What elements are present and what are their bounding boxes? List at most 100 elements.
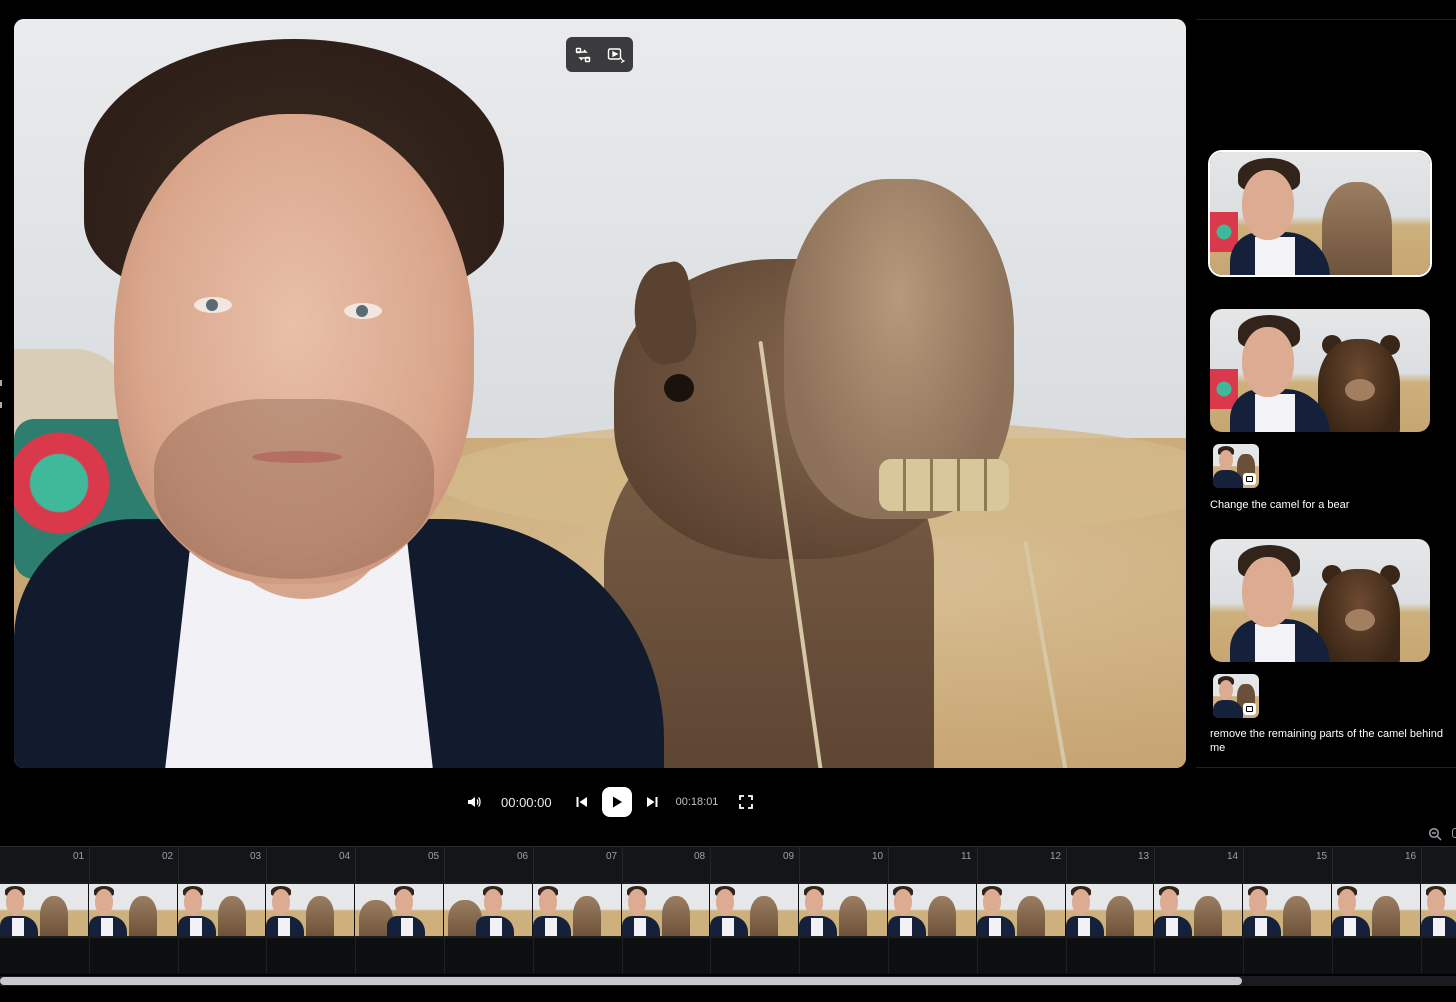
timeline-frame (976, 884, 1066, 936)
ruler-tick (178, 847, 179, 883)
play-icon (612, 796, 622, 808)
ruler-tick (710, 847, 711, 883)
history-prompt: remove the remaining parts of the camel … (1210, 728, 1443, 754)
timeline-frame (1331, 884, 1421, 936)
ruler-label: 01 (73, 851, 85, 862)
timeline-scroll-thumb[interactable] (0, 977, 1242, 985)
edge-handle (0, 380, 2, 386)
track-tick (977, 938, 978, 974)
person-eye (194, 297, 232, 313)
camel-eye (664, 374, 694, 402)
preview-toolbar (566, 37, 633, 72)
track-tick (89, 938, 90, 974)
ruler-label: 13 (1138, 851, 1150, 862)
video-badge-icon (1243, 703, 1256, 715)
timeline-frame (1154, 884, 1244, 936)
timeline-frame (1065, 884, 1155, 936)
ruler-tick (1243, 847, 1244, 883)
track-tick (533, 938, 534, 974)
timeline-frame (266, 884, 356, 936)
ruler-tick (89, 847, 90, 883)
source-clip-thumbnail[interactable] (1213, 674, 1259, 718)
video-preview[interactable] (14, 19, 1186, 768)
ruler-label: 04 (339, 851, 351, 862)
track-tick (1066, 938, 1067, 974)
ruler-tick (799, 847, 800, 883)
history-thumbnail-bear-cleaned[interactable] (1210, 539, 1430, 662)
source-clip-thumbnail[interactable] (1213, 444, 1259, 488)
track-tick (266, 938, 267, 974)
ruler-tick (266, 847, 267, 883)
timeline-frame (1243, 884, 1332, 936)
track-tick (622, 938, 623, 974)
timeline-frame (443, 884, 533, 936)
timeline-clip-strip[interactable] (0, 882, 1456, 938)
ruler-tick (888, 847, 889, 883)
ruler-label: 14 (1227, 851, 1239, 862)
ruler-label: 07 (606, 851, 618, 862)
track-tick (178, 938, 179, 974)
ruler-label: 03 (250, 851, 262, 862)
ruler-label: 08 (694, 851, 706, 862)
person-mouth (252, 451, 342, 463)
timeline-frame (621, 884, 711, 936)
ruler-label: 02 (162, 851, 174, 862)
ruler-tick (1154, 847, 1155, 883)
timeline-frame (1420, 884, 1456, 936)
ruler-tick (444, 847, 445, 883)
track-tick (1243, 938, 1244, 974)
zoom-out-button[interactable] (1424, 824, 1446, 844)
history-thumbnail-bear[interactable] (1210, 309, 1430, 432)
timeline-frame (532, 884, 622, 936)
person-eye (344, 303, 382, 319)
ruler-label: 11 (961, 851, 972, 862)
volume-icon[interactable] (462, 790, 486, 814)
history-thumbnail-original[interactable] (1208, 150, 1432, 277)
ruler-tick (977, 847, 978, 883)
timeline-frame (710, 884, 800, 936)
camel-teeth (879, 459, 1009, 511)
ruler-label: 06 (517, 851, 529, 862)
track-tick (888, 938, 889, 974)
track-tick (1421, 938, 1422, 974)
track-tick (710, 938, 711, 974)
timeline-frame (177, 884, 267, 936)
timeline-empty-track[interactable] (0, 938, 1456, 974)
panel-divider (1196, 19, 1456, 20)
current-time: 00:00:00 (501, 794, 552, 810)
swap-compare-icon[interactable] (571, 43, 595, 67)
ruler-tick (1332, 847, 1333, 883)
ruler-label: 15 (1316, 851, 1328, 862)
panel-divider (1196, 767, 1456, 768)
playback-controls: 00:00:00 00:18:01 (462, 786, 758, 818)
timeline-frame (0, 884, 89, 936)
skip-next-icon[interactable] (640, 790, 664, 814)
ruler-label: 16 (1405, 851, 1417, 862)
fullscreen-icon[interactable] (734, 790, 758, 814)
ruler-tick (533, 847, 534, 883)
timeline-frame (887, 884, 977, 936)
ruler-label: 09 (783, 851, 795, 862)
camel-figure (1322, 182, 1392, 275)
edge-handle (0, 402, 2, 408)
video-ai-icon[interactable] (604, 43, 628, 67)
ruler-label: 10 (872, 851, 884, 862)
duration: 00:18:01 (675, 796, 719, 808)
ruler-tick (622, 847, 623, 883)
track-tick (444, 938, 445, 974)
video-badge-icon (1243, 473, 1256, 485)
person-beard (154, 399, 434, 579)
ruler-tick (355, 847, 356, 883)
timeline-frame (799, 884, 888, 936)
timeline-ruler[interactable]: 01 02 03 04 05 06 07 08 09 10 11 12 13 14 15 16 (0, 846, 1456, 883)
ruler-tick (1066, 847, 1067, 883)
history-prompt: Change the camel for a bear (1210, 499, 1350, 511)
track-tick (355, 938, 356, 974)
play-button[interactable] (601, 787, 632, 817)
zoom-in-icon[interactable] (1452, 828, 1456, 838)
skip-previous-icon[interactable] (570, 790, 594, 814)
ruler-label: 12 (1050, 851, 1062, 862)
ruler-tick (1421, 847, 1422, 883)
track-tick (799, 938, 800, 974)
track-tick (1154, 938, 1155, 974)
